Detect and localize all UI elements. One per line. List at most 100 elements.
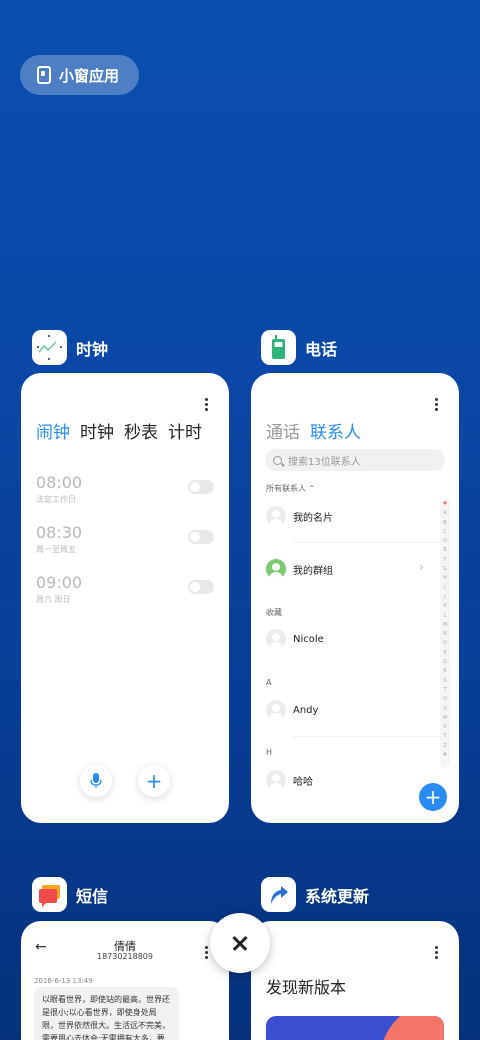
message-date: 2016-6-13 13:49 — [34, 977, 93, 985]
add-contact-button[interactable]: + — [419, 783, 447, 811]
index-letter[interactable]: V — [440, 705, 450, 714]
index-letter[interactable]: J — [440, 593, 450, 602]
alarm-item[interactable]: 08:00 法定工作日 — [36, 473, 82, 505]
divider — [293, 736, 443, 737]
phone-app-name: 电话 — [305, 339, 338, 359]
index-letter[interactable]: R — [440, 667, 450, 676]
alarm-repeat: 周六 周日 — [36, 595, 71, 604]
alarm-time: 08:00 — [36, 473, 83, 492]
index-letter[interactable]: X — [440, 723, 450, 732]
sms-contact-number: 18730218809 — [97, 952, 153, 961]
tab-alarm[interactable]: 闹钟 — [36, 418, 70, 443]
clock-app-header[interactable]: 时钟 — [32, 330, 108, 365]
more-options-icon[interactable] — [205, 946, 209, 960]
clock-app-card[interactable]: 闹钟 时钟 秒表 计时 08:00 法定工作日 08:30 周一至周五 09:0… — [21, 373, 229, 823]
avatar — [266, 629, 286, 649]
index-letter[interactable]: D — [440, 537, 450, 546]
section-letter: A — [266, 678, 272, 687]
avatar — [266, 506, 286, 526]
alarm-toggle[interactable] — [188, 580, 214, 594]
all-contacts-filter[interactable]: 所有联系人 ⌃ — [266, 483, 315, 494]
alarm-repeat: 法定工作日 — [36, 495, 76, 504]
index-letter[interactable]: I — [440, 584, 450, 593]
contact-item[interactable]: Nicole — [266, 629, 324, 649]
clock-app-name: 时钟 — [76, 339, 109, 359]
index-letter[interactable]: M — [440, 621, 450, 630]
message-bubble: 以眼看世界，即使站的最高，世界还是很小;以心看世界，即使身处局限，世界依然很大。… — [34, 987, 179, 1040]
index-letter[interactable]: H — [440, 574, 450, 583]
alarm-toggle[interactable] — [188, 530, 214, 544]
alarm-time: 09:00 — [36, 573, 83, 592]
group-avatar — [266, 559, 286, 579]
avatar — [266, 700, 286, 720]
index-letter[interactable]: O — [440, 639, 450, 648]
index-letter[interactable]: A — [440, 509, 450, 518]
clock-tabs: 闹钟 时钟 秒表 计时 — [36, 418, 202, 443]
tab-contacts[interactable]: 联系人 — [310, 418, 361, 443]
voice-alarm-button[interactable] — [80, 765, 112, 797]
sms-app-icon — [32, 877, 67, 912]
phone-app-card[interactable]: 通话 联系人 搜索13位联系人 所有联系人 ⌃ 我的名片 我的群组 › 收藏 N… — [251, 373, 459, 823]
index-letter[interactable]: C — [440, 528, 450, 537]
search-placeholder: 搜索13位联系人 — [288, 456, 361, 468]
alarm-item[interactable]: 08:30 周一至周五 — [36, 523, 82, 555]
plus-icon: + — [424, 785, 442, 809]
index-letter[interactable]: Q — [440, 658, 450, 667]
tab-timer[interactable]: 计时 — [168, 418, 202, 443]
my-groups-label: 我的群组 — [293, 565, 333, 577]
my-groups-item[interactable]: 我的群组 — [266, 559, 333, 579]
clear-all-close-button[interactable] — [210, 913, 270, 973]
index-letter[interactable]: S — [440, 677, 450, 686]
phone-app-icon — [261, 330, 296, 365]
index-letter[interactable]: G — [440, 565, 450, 574]
index-letter[interactable]: W — [440, 714, 450, 723]
index-letter[interactable]: F — [440, 556, 450, 565]
index-letter[interactable]: P — [440, 649, 450, 658]
index-letter[interactable]: # — [440, 751, 450, 760]
alarm-item[interactable]: 09:00 周六 周日 — [36, 573, 82, 605]
index-letter[interactable]: Z — [440, 742, 450, 751]
contact-item[interactable]: 哈哈 — [266, 770, 313, 790]
sms-app-card[interactable]: ← 倩倩 18730218809 2016-6-13 13:49 以眼看世界，即… — [21, 921, 229, 1040]
avatar — [266, 770, 286, 790]
alphabet-index-bar[interactable]: ♥ A B C D E F G H I J K L M N O P Q R S T U V W X Y Z # — [440, 498, 450, 768]
floating-window-icon — [37, 66, 51, 84]
tab-stopwatch[interactable]: 秒表 — [124, 418, 158, 443]
alarm-toggle[interactable] — [188, 480, 214, 494]
chevron-right-icon: › — [419, 560, 424, 574]
sms-app-header[interactable]: 短信 — [32, 877, 108, 912]
index-letter[interactable]: N — [440, 630, 450, 639]
more-options-icon[interactable] — [205, 398, 209, 412]
contact-search-input[interactable]: 搜索13位联系人 — [265, 449, 445, 471]
sms-app-name: 短信 — [76, 886, 109, 906]
microphone-icon — [90, 773, 102, 788]
index-letter[interactable]: L — [440, 612, 450, 621]
divider — [293, 542, 443, 543]
system-update-app-name: 系统更新 — [305, 886, 370, 906]
system-update-app-card[interactable]: 发现新版本 — [251, 921, 459, 1040]
all-contacts-label: 所有联系人 — [266, 484, 306, 493]
more-options-icon[interactable] — [435, 398, 439, 412]
favorites-label: 收藏 — [266, 608, 282, 617]
contact-item[interactable]: Andy — [266, 700, 318, 720]
phone-tabs: 通话 联系人 — [266, 418, 361, 443]
updater-app-header[interactable]: 系统更新 — [261, 877, 369, 912]
sort-chevron-icon: ⌃ — [308, 484, 316, 493]
clock-app-icon — [32, 330, 67, 365]
phone-app-header[interactable]: 电话 — [261, 330, 337, 365]
tab-clock[interactable]: 时钟 — [80, 418, 114, 443]
tab-calls[interactable]: 通话 — [266, 418, 300, 443]
my-card-item[interactable]: 我的名片 — [266, 506, 333, 526]
index-letter[interactable]: K — [440, 602, 450, 611]
index-letter[interactable]: ♥ — [440, 500, 450, 509]
more-options-icon[interactable] — [435, 946, 439, 960]
search-icon — [273, 455, 282, 465]
index-letter[interactable]: E — [440, 546, 450, 555]
alarm-repeat: 周一至周五 — [36, 545, 76, 554]
index-letter[interactable]: U — [440, 695, 450, 704]
index-letter[interactable]: T — [440, 686, 450, 695]
add-alarm-button[interactable]: + — [138, 765, 170, 797]
index-letter[interactable]: B — [440, 519, 450, 528]
index-letter[interactable]: Y — [440, 732, 450, 741]
floating-window-apps-button[interactable]: 小窗应用 — [20, 55, 139, 95]
